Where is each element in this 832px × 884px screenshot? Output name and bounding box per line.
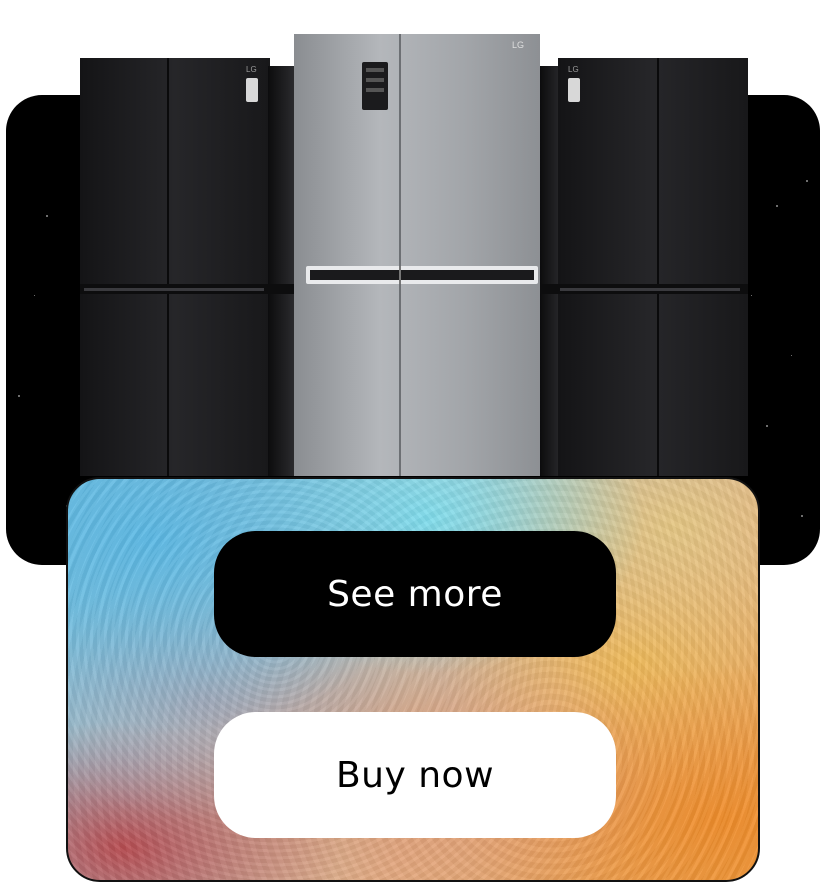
buy-now-button[interactable]: Buy now (214, 712, 616, 838)
svg-text:LG: LG (512, 40, 524, 50)
see-more-button[interactable]: See more (214, 531, 616, 657)
action-card: See more Buy now (66, 477, 760, 882)
left-fridge: LG (80, 58, 294, 476)
svg-text:LG: LG (568, 65, 579, 74)
product-promo: LG LG LG See more Buy now (0, 0, 832, 884)
center-fridge: LG (294, 34, 540, 476)
right-fridge: LG (540, 58, 748, 476)
refrigerator-lineup-image: LG LG LG (80, 34, 748, 476)
svg-text:LG: LG (246, 65, 257, 74)
